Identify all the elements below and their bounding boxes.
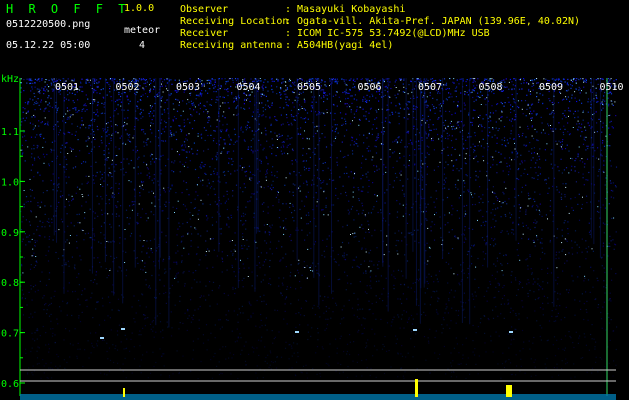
x-tick-label: 0503 — [176, 82, 200, 93]
y-tick-label: 0.7 — [1, 329, 19, 340]
x-tick-label: 0506 — [358, 82, 382, 93]
x-tick-label: 0509 — [539, 82, 563, 93]
x-tick-label: 0510 — [600, 82, 624, 93]
y-axis-unit: kHz — [1, 74, 19, 85]
echo-mark — [509, 331, 513, 333]
x-tick-label: 0504 — [237, 82, 261, 93]
echo-mark — [121, 328, 125, 330]
x-tick-label: 0502 — [116, 82, 140, 93]
y-tick-label: 0.8 — [1, 278, 19, 289]
echo-mark — [295, 331, 299, 333]
baseline-spectrum — [20, 394, 616, 400]
echo-mark — [413, 329, 417, 331]
y-tick-label: 0.6 — [1, 379, 19, 390]
x-tick-label: 0508 — [479, 82, 503, 93]
y-tick-label: 1.1 — [1, 127, 19, 138]
echo-mark — [100, 337, 104, 339]
meteor-marker — [506, 385, 512, 397]
y-tick-label: 0.9 — [1, 228, 19, 239]
meteor-marker — [415, 379, 418, 397]
y-tick-label: 1.0 — [1, 177, 19, 188]
x-tick-label: 0505 — [297, 82, 321, 93]
spectrogram: kHz 1.1 1.0 0.9 0.8 0.7 0.6 0501 0502 0503 0504 050… — [1, 74, 624, 400]
x-tick-label: 0501 — [55, 82, 79, 93]
x-tick-label: 0507 — [418, 82, 442, 93]
meteor-marker — [123, 388, 125, 397]
